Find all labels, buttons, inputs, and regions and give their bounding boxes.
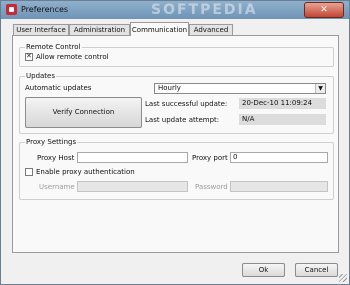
enable-proxy-auth-checkbox[interactable] <box>25 168 33 176</box>
tab-user-interface[interactable]: User Interface <box>13 24 69 35</box>
resize-grip-icon[interactable] <box>339 274 347 282</box>
proxy-port-label: Proxy port <box>192 154 228 162</box>
proxy-host-input[interactable] <box>77 152 188 163</box>
updates-title: Updates <box>25 72 56 80</box>
ok-button[interactable]: Ok <box>242 263 285 277</box>
watermark: SOFTPEDIA <box>151 2 258 18</box>
username-input[interactable] <box>77 181 188 192</box>
password-input[interactable] <box>230 181 328 192</box>
communication-panel: Remote Control Allow remote control Upda… <box>12 35 339 253</box>
password-label: Password <box>195 183 228 191</box>
window-title: Preferences <box>21 5 69 14</box>
last-successful-update-value: 20-Dec-10 11:09:24 <box>239 98 326 109</box>
last-successful-update-label: Last successful update: <box>145 100 228 108</box>
proxy-port-input[interactable]: 0 <box>230 152 328 163</box>
close-icon: ✕ <box>320 5 328 15</box>
allow-remote-control-label: Allow remote control <box>36 53 109 61</box>
cancel-button[interactable]: Cancel <box>295 263 338 277</box>
automatic-updates-select[interactable]: Hourly ▼ <box>154 83 326 94</box>
title-bar[interactable]: Preferences SOFTPEDIA ✕ <box>1 1 349 19</box>
tab-communication[interactable]: Communication <box>130 22 189 36</box>
preferences-window: Preferences SOFTPEDIA ✕ User Interface A… <box>0 0 350 285</box>
proxy-settings-group: Proxy Settings Proxy Host Proxy port 0 E… <box>19 138 334 200</box>
allow-remote-control-checkbox[interactable] <box>25 52 33 61</box>
proxy-host-label: Proxy Host <box>37 154 75 162</box>
username-label: Username <box>39 183 75 191</box>
updates-group: Updates Automatic updates Hourly ▼ Verif… <box>19 72 334 134</box>
remote-control-title: Remote Control <box>25 43 82 51</box>
enable-proxy-auth-label: Enable proxy authentication <box>36 168 135 176</box>
close-button[interactable]: ✕ <box>304 2 344 18</box>
remote-control-group: Remote Control Allow remote control <box>19 43 334 67</box>
app-icon <box>6 4 17 15</box>
tab-advanced[interactable]: Advanced <box>189 24 233 35</box>
chevron-down-icon: ▼ <box>315 84 325 93</box>
tab-administration[interactable]: Administration <box>69 24 130 35</box>
automatic-updates-value: Hourly <box>158 84 181 92</box>
last-update-attempt-label: Last update attempt: <box>145 116 220 124</box>
automatic-updates-label: Automatic updates <box>25 84 92 92</box>
proxy-settings-title: Proxy Settings <box>25 138 78 146</box>
verify-connection-button[interactable]: Verify Connection <box>25 97 142 128</box>
last-update-attempt-value: N/A <box>239 114 326 125</box>
